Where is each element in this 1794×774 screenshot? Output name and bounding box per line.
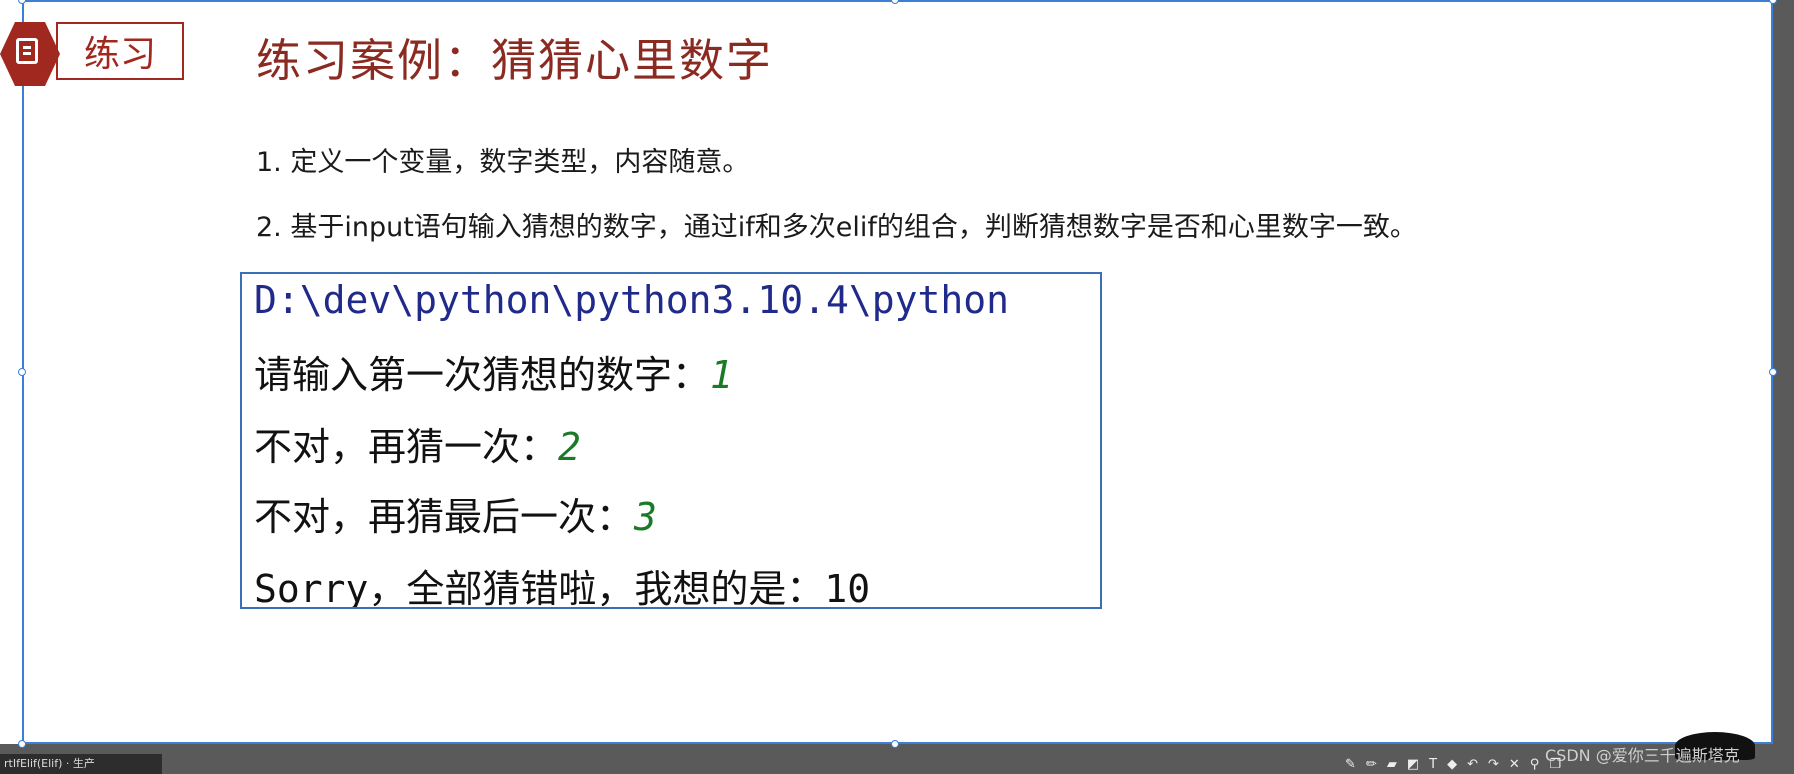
taskbar-item[interactable]: rtIfElif(Elif) · 生产: [0, 754, 162, 774]
undo-icon[interactable]: ↶: [1467, 757, 1478, 772]
text-icon[interactable]: T: [1429, 757, 1437, 772]
console-answer: 2: [558, 425, 581, 469]
slide-canvas[interactable]: 练习案例：猜猜心里数字 1. 定义一个变量，数字类型，内容随意。 2. 基于in…: [22, 0, 1773, 744]
resize-handle[interactable]: [1769, 368, 1777, 376]
console-final-prefix: Sorry: [254, 567, 369, 609]
resize-handle[interactable]: [18, 368, 26, 376]
pen-icon[interactable]: ✎: [1345, 757, 1356, 772]
console-path: D:\dev\python\python3.10.4\python: [254, 278, 1009, 322]
exercise-badge: 练习: [56, 22, 184, 80]
console-final-value: 10: [824, 567, 871, 609]
marker-icon[interactable]: ▰: [1387, 757, 1397, 772]
console-answer: 3: [634, 495, 657, 539]
redo-icon[interactable]: ↷: [1488, 757, 1499, 772]
console-output: D:\dev\python\python3.10.4\python 请输入第一次…: [240, 272, 1102, 609]
step-2: 2. 基于input语句输入猜想的数字，通过if和多次elif的组合，判断猜想数…: [256, 212, 1417, 243]
console-prompt: 请输入第一次猜想的数字：: [254, 353, 711, 397]
resize-handle[interactable]: [1769, 0, 1777, 4]
console-line-1: 请输入第一次猜想的数字：1: [254, 344, 733, 399]
pin-icon[interactable]: ⚲: [1530, 757, 1540, 772]
close-icon[interactable]: ✕: [1509, 757, 1520, 772]
step-1: 1. 定义一个变量，数字类型，内容随意。: [256, 147, 750, 178]
console-prompt: 不对，再猜最后一次：: [254, 495, 635, 539]
console-answer: 1: [710, 353, 733, 397]
pencil-icon[interactable]: ✏: [1366, 757, 1377, 772]
resize-handle[interactable]: [891, 740, 899, 748]
console-final-text: ，全部猜错啦，我想的是：: [368, 567, 825, 609]
slide-title: 练习案例：猜猜心里数字: [256, 34, 774, 87]
highlight-icon[interactable]: ◆: [1447, 757, 1457, 772]
watermark: CSDN @爱你三千遍斯塔克: [1545, 746, 1740, 765]
console-line-2: 不对，再猜一次：2: [254, 416, 581, 471]
console-line-4: Sorry，全部猜错啦，我想的是：10: [254, 558, 871, 609]
console-prompt: 不对，再猜一次：: [254, 425, 559, 469]
resize-handle[interactable]: [18, 740, 26, 748]
console-line-3: 不对，再猜最后一次：3: [254, 486, 657, 541]
eraser-icon[interactable]: ◩: [1407, 757, 1419, 772]
